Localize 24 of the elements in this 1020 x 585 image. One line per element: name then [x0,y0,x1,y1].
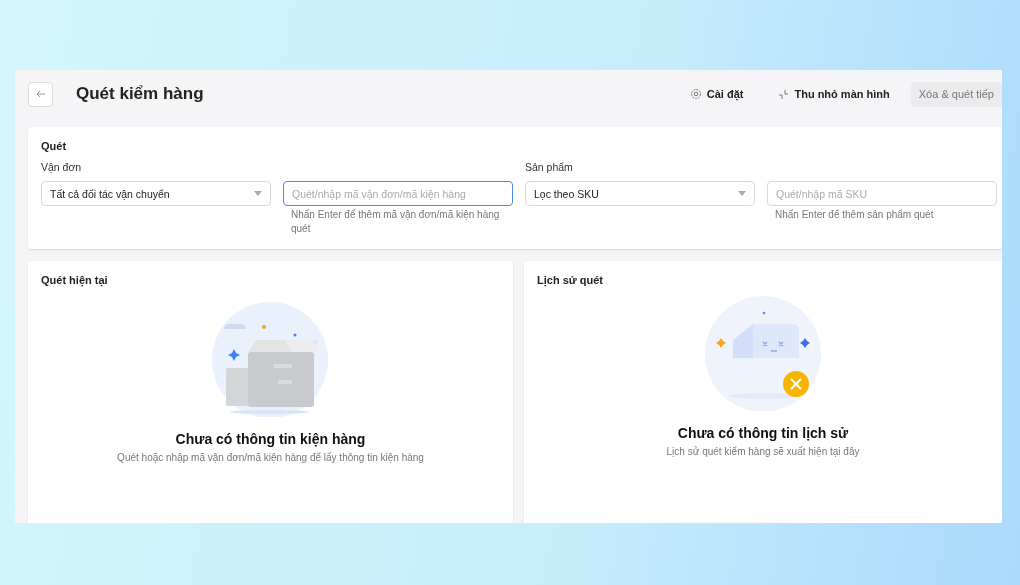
back-button[interactable] [28,81,53,107]
field-hint: Nhấn Enter để thêm mã vận đơn/mã kiện hàng quét [290,208,501,236]
field-label: Vận đơn [41,161,83,173]
minimize-icon [778,88,790,100]
empty-text: Quét hoặc nhập mã vận đơn/mã kiện hàng để lấy thông tin kiện hàng [117,452,424,463]
card-title: Quét [41,140,68,152]
field-hint: Nhấn Enter để thêm sản phẩm quét [774,208,935,222]
minimize-button[interactable]: Thu nhỏ màn hình [770,81,898,107]
empty-text: Lịch sử quét kiểm hàng sẽ xuất hiện tại đây [666,446,860,457]
empty-title: Chưa có thông tin kiện hàng [175,431,366,447]
empty-title: Chưa có thông tin lịch sử [677,425,849,441]
caret-icon [254,191,262,196]
panel-title: Lịch sử quét [537,274,604,286]
settings-icon [689,88,702,100]
settings-button[interactable]: Cài đặt [681,81,752,107]
select-field[interactable]: Lọc theo SKU [525,181,755,206]
panel-title: Quét hiện tại [41,274,108,286]
page-title: Quét kiểm hàng [76,84,205,104]
back-arrow-icon [35,90,46,98]
field-label: Sản phẩm [525,161,574,173]
caret-icon [738,191,746,196]
clear-scan-button[interactable]: Xóa & quét tiếp [910,81,1002,107]
input-field[interactable]: Quét/nhập mã vận đơn/mã kiện hàng [283,181,513,206]
select-field[interactable]: Tất cả đối tác vận chuyển [41,181,271,206]
